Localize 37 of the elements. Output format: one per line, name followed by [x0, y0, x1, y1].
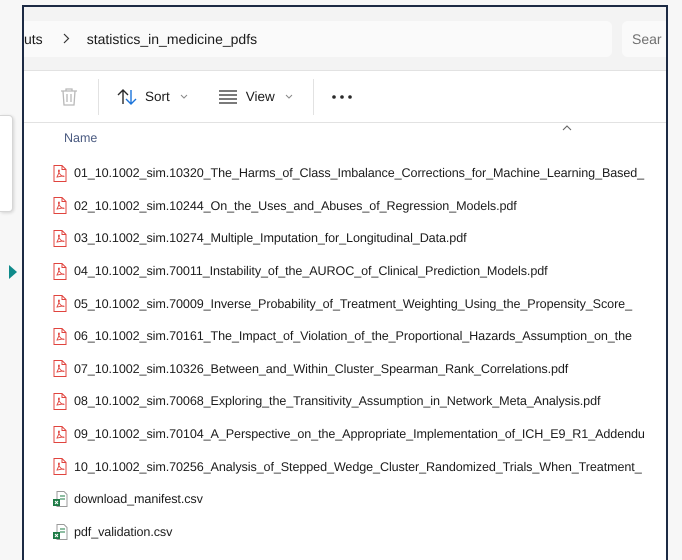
file-name[interactable]: 02_10.1002_sim.10244_On_the_Uses_and_Abuses_of_Regression_Models.pdf — [74, 198, 517, 213]
pdf-file-icon — [53, 328, 67, 345]
file-name[interactable]: 03_10.1002_sim.10274_Multiple_Imputation_for_Longitudinal_Data.pdf — [74, 231, 466, 246]
chevron-icon — [62, 33, 70, 44]
list-view-icon — [218, 90, 238, 104]
file-name[interactable]: 10_10.1002_sim.70256_Analysis_of_Stepped_Wedge_Cluster_Randomized_Trials_When_Treatment_ — [74, 460, 642, 474]
file-name[interactable]: 09_10.1002_sim.70104_A_Perspective_on_the_Appropriate_Implementation_of_ICH_E9_R1_Addendu — [74, 427, 645, 442]
column-header[interactable]: Name — [64, 131, 98, 145]
sort-arrows-icon — [117, 88, 137, 106]
file-name[interactable]: 07_10.1002_sim.10326_Between_and_Within_Cluster_Spearman_Rank_Correlations.pdf — [74, 362, 568, 376]
pdf-file-icon — [53, 392, 67, 410]
pdf-file-icon — [53, 426, 67, 443]
pdf-file-icon — [53, 164, 67, 182]
more-icon — [332, 94, 352, 98]
file-name[interactable]: pdf_validation.csv — [74, 524, 172, 539]
pdf-file-icon — [53, 197, 67, 214]
file-name[interactable]: download_manifest.csv — [74, 492, 203, 506]
spreadsheet-file-icon — [52, 491, 68, 508]
file-name[interactable]: 08_10.1002_sim.70068_Exploring_the_Transitivity_Assumption_in_Network_Meta_Analysis.pdf — [74, 394, 600, 408]
pdf-file-icon — [53, 295, 67, 312]
caret-icon — [180, 94, 188, 99]
sort-button[interactable]: Sort — [109, 80, 196, 112]
file-name[interactable]: 04_10.1002_sim.70011_Instability_of_the_AUROC_of_Clinical_Prediction_Models.pdf — [74, 264, 548, 278]
file-name[interactable]: 05_10.1002_sim.70009_Inverse_Probability_of_Treatment_Weighting_Using_the_Propensity_Score_ — [74, 296, 632, 311]
file-name[interactable]: 06_10.1002_sim.70161_The_Impact_of_Violation_of_the_Proportional_Hazards_Assumption_on_the — [74, 329, 632, 344]
pdf-file-icon — [53, 458, 67, 476]
caret-icon — [284, 94, 293, 99]
spreadsheet-file-icon — [52, 524, 68, 540]
file-name[interactable]: 01_10.1002_sim.10320_The_Harms_of_Class_Imbalance_Corrections_for_Machine_Learning_Based_ — [74, 166, 644, 180]
search-field[interactable]: Sear — [622, 20, 666, 56]
pdf-file-icon — [53, 262, 67, 280]
breadcrumb-bar[interactable]: uts statistics_in_medicine_pdfs — [24, 20, 612, 56]
pdf-file-icon — [53, 360, 67, 378]
view-button[interactable]: View — [210, 80, 301, 112]
arrow-icon — [9, 265, 17, 279]
pdf-file-icon — [53, 230, 67, 247]
trash-icon — [60, 86, 78, 106]
